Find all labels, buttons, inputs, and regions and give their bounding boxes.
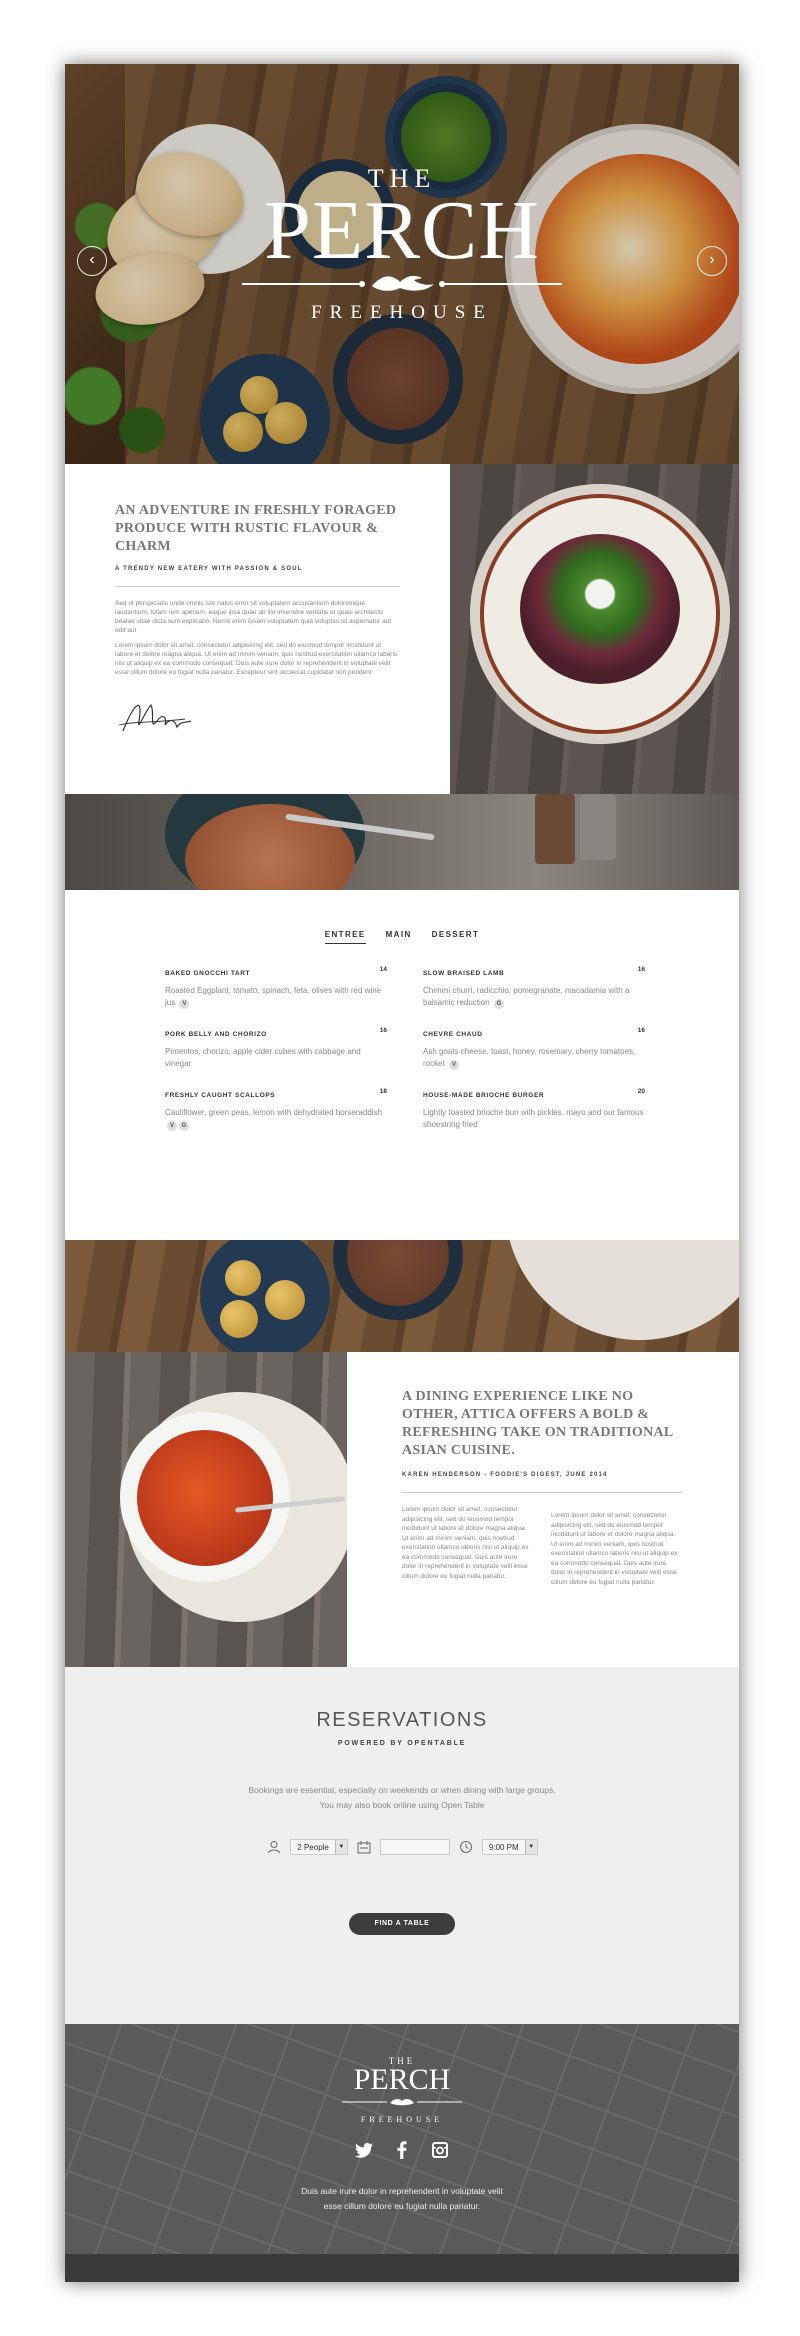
menu-section: ENTREE MAIN DESSERT BAKED GNOCCHI TART 14… — [65, 890, 739, 1240]
dish-description: Cauliflower, green peas, lemon with dehy… — [165, 1108, 383, 1131]
reservations-info: Bookings are essential, especially on we… — [248, 1785, 556, 1810]
time-select[interactable]: 9:00 PM ▼ — [481, 1839, 538, 1855]
vegetarian-badge: V — [179, 999, 190, 1009]
clock-icon — [458, 1839, 474, 1855]
dish-description: Chimmi churri, radicchio, pomegranate, m… — [423, 986, 630, 1009]
hero-banner: THE PERCH FREEHOUSE ‹ › — [65, 64, 739, 464]
twitter-icon[interactable] — [354, 2140, 374, 2160]
dish-description: Pimentos, chorizo, apple cider cubes wit… — [165, 1047, 361, 1068]
about-text: AN ADVENTURE IN FRESHLY FORAGED PRODUCE … — [65, 464, 450, 794]
menu-item: FRESHLY CAUGHT SCALLOPS 18 Cauliflower, g… — [165, 1088, 387, 1131]
tab-main[interactable]: MAIN — [386, 930, 412, 944]
calendar-icon — [356, 1839, 372, 1855]
about-paragraph-1: Sed ut perspiciatis unde omnis iste natu… — [115, 600, 392, 634]
menu-item: HOUSE-MADE BRIOCHE BURGER 20 Lightly toas… — [423, 1088, 645, 1131]
about-paragraph-2: Lorem ipsum dolor sit amet, consectetur … — [115, 642, 398, 676]
time-value: 9:00 PM — [488, 1842, 519, 1852]
menu-tabs: ENTREE MAIN DESSERT — [65, 930, 739, 944]
slider-prev-button[interactable]: ‹ — [77, 246, 107, 276]
logo-freehouse: FREEHOUSE — [311, 302, 493, 323]
about-section: AN ADVENTURE IN FRESHLY FORAGED PRODUCE … — [65, 464, 739, 794]
gluten-free-badge: G — [179, 1121, 189, 1131]
facebook-icon[interactable] — [392, 2140, 412, 2160]
dish-name: BAKED GNOCCHI TART — [165, 970, 251, 977]
social-links — [65, 2140, 739, 2160]
find-a-table-button[interactable]: FIND A TABLE — [348, 1913, 456, 1935]
chevron-down-icon: ▼ — [334, 1840, 347, 1854]
reservation-form: 2 People ▼ 9:00 PM ▼ — [65, 1839, 739, 1855]
salad-plate-image — [450, 464, 739, 794]
dish-price: 14 — [379, 966, 387, 973]
dish-price: 16 — [379, 1027, 387, 1034]
party-size-select[interactable]: 2 People ▼ — [290, 1839, 348, 1855]
menu-item: PORK BELLY AND CHORIZO 16 Pimentos, chori… — [165, 1027, 387, 1070]
party-size-value: 2 People — [297, 1842, 329, 1852]
bird-ornament-icon — [65, 272, 739, 296]
instagram-icon[interactable] — [430, 2140, 450, 2160]
review-quote: A DINING EXPERIENCE LIKE NO OTHER, ATTIC… — [402, 1389, 673, 1458]
review-column-2: Lorem ipsum dolor sit amet, consectetur … — [551, 1512, 678, 1586]
dish-price: 20 — [637, 1088, 645, 1095]
slider-next-button[interactable]: › — [697, 246, 727, 276]
dish-name: PORK BELLY AND CHORIZO — [165, 1031, 267, 1038]
dish-description: Roasted Eggplant, tomato, spinach, feta,… — [165, 986, 382, 1009]
menu-item: CHEVRE CHAUD 16 Ash goats cheese, toast, … — [423, 1027, 645, 1070]
review-section: A DINING EXPERIENCE LIKE NO OTHER, ATTIC… — [65, 1352, 739, 1667]
footer-logo: THE PERCH FREEHOUSE — [65, 2056, 739, 2124]
date-input[interactable] — [379, 1839, 450, 1855]
tomato-soup-image — [65, 1352, 347, 1667]
about-subtitle: A TRENDY NEW EATERY WITH PASSION & SOUL — [115, 566, 303, 572]
footer-logo-perch: PERCH — [353, 2063, 451, 2096]
reservations-title: RESERVATIONS — [316, 1709, 488, 1731]
divider — [402, 1492, 682, 1493]
footer: THE PERCH FREEHOUSE Duis aute irure dolo… — [65, 2024, 739, 2254]
gluten-free-badge: G — [493, 999, 504, 1009]
page: THE PERCH FREEHOUSE ‹ › AN ADVENTURE IN … — [65, 64, 739, 2282]
signature-icon — [115, 691, 400, 746]
footer-text: Duis aute irure dolor in reprehenderit i… — [301, 2186, 503, 2211]
dish-name: CHEVRE CHAUD — [423, 1031, 483, 1038]
bottom-bar — [65, 2254, 739, 2282]
dish-price: 16 — [637, 1027, 645, 1034]
dish-description: Lightly toasted brioche bun with pickles… — [423, 1108, 644, 1129]
tab-dessert[interactable]: DESSERT — [432, 930, 480, 944]
dish-price: 16 — [637, 966, 645, 973]
menu-item: BAKED GNOCCHI TART 14 Roasted Eggplant, t… — [165, 966, 387, 1009]
person-icon — [266, 1839, 282, 1855]
review-byline: KAREN HENDERSON - FOODIE'S DIGEST, JUNE … — [402, 1472, 608, 1478]
food-table-strip-image — [65, 1240, 739, 1352]
soup-bowl-strip-image — [65, 794, 739, 890]
dish-name: HOUSE-MADE BRIOCHE BURGER — [423, 1092, 545, 1099]
chevron-left-icon: ‹ — [89, 251, 95, 268]
menu-item: SLOW BRAISED LAMB 16 Chimmi churri, radic… — [423, 966, 645, 1009]
chevron-right-icon: › — [709, 251, 715, 268]
tab-entree[interactable]: ENTREE — [324, 930, 366, 944]
dish-name: SLOW BRAISED LAMB — [423, 970, 505, 977]
about-title: AN ADVENTURE IN FRESHLY FORAGED PRODUCE … — [115, 503, 397, 554]
review-text: A DINING EXPERIENCE LIKE NO OTHER, ATTIC… — [402, 1388, 682, 1587]
reservations-subtitle: POWERED BY OPENTABLE — [337, 1740, 467, 1747]
dish-description: Ash goats cheese, toast, honey, rosemary… — [423, 1047, 636, 1070]
divider — [115, 586, 400, 587]
menu-items: BAKED GNOCCHI TART 14 Roasted Eggplant, t… — [165, 966, 645, 1131]
vegetarian-badge: V — [167, 1121, 177, 1131]
review-column-1: Lorem ipsum dolor sit amet, consectetur … — [402, 1506, 529, 1580]
vegetarian-badge: V — [449, 1060, 460, 1070]
reservations-section: RESERVATIONS POWERED BY OPENTABLE Bookin… — [65, 1667, 739, 2024]
chevron-down-icon: ▼ — [524, 1840, 537, 1854]
dish-price: 18 — [379, 1088, 387, 1095]
footer-logo-freehouse: FREEHOUSE — [360, 2115, 444, 2124]
hero-logo: THE PERCH FREEHOUSE — [65, 164, 739, 324]
dish-name: FRESHLY CAUGHT SCALLOPS — [165, 1092, 276, 1099]
logo-perch: PERCH — [264, 184, 540, 277]
bird-ornament-icon — [65, 2094, 739, 2112]
